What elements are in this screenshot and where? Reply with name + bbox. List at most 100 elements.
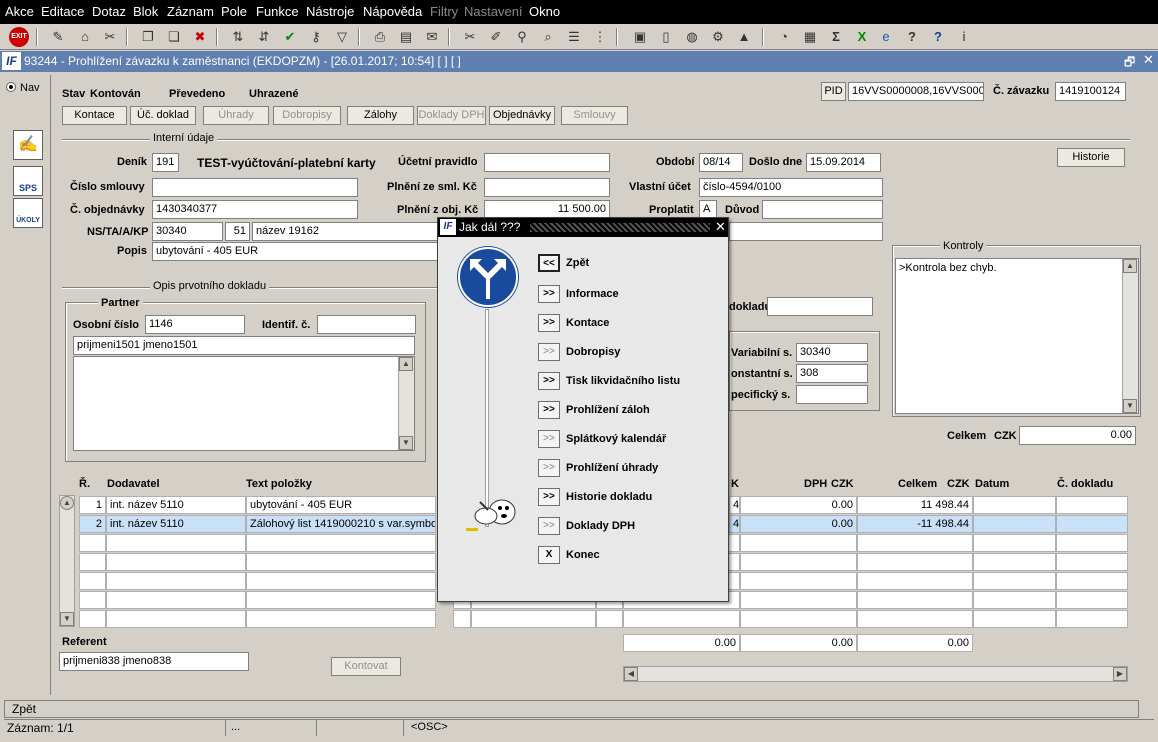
cislo-smlouvy-field[interactable] — [152, 178, 358, 197]
table-cell-empty[interactable] — [106, 553, 246, 571]
dialog-item-button[interactable]: >> — [538, 372, 560, 390]
table-cell-doklad[interactable] — [1056, 496, 1128, 514]
ns-extra-field[interactable] — [729, 222, 883, 241]
table-cell-k[interactable]: 4 — [729, 515, 740, 533]
table-cell-empty[interactable] — [246, 591, 436, 609]
identif-field[interactable] — [317, 315, 416, 334]
confirm-icon[interactable]: ✔ — [280, 27, 300, 47]
obdobi-field[interactable]: 08/14 — [699, 153, 743, 172]
denik-field[interactable]: 191 — [152, 153, 179, 172]
table-cell-empty[interactable] — [973, 610, 1056, 628]
table-cell-empty[interactable] — [857, 610, 973, 628]
table-cell-empty[interactable] — [857, 553, 973, 571]
tab-kontace[interactable]: Kontace — [62, 106, 127, 125]
table-cell-empty[interactable] — [740, 534, 857, 552]
table-cell-empty[interactable] — [79, 591, 106, 609]
dialog-item-button[interactable]: >> — [538, 401, 560, 419]
table-cell-empty[interactable] — [740, 591, 857, 609]
table-cell-empty[interactable] — [1056, 553, 1128, 571]
gear-icon[interactable]: ⚙ — [708, 27, 728, 47]
menu-okno[interactable]: Okno — [529, 4, 560, 19]
dialog-item-label[interactable]: Konec — [566, 549, 600, 561]
help-icon[interactable]: ? — [902, 27, 922, 47]
dialog-item-label[interactable]: Tisk likvidačního listu — [566, 375, 680, 387]
dialog-item-label[interactable]: Doklady DPH — [566, 520, 635, 532]
dialog-item-label[interactable]: Dobropisy — [566, 346, 620, 358]
table-cell-empty[interactable] — [79, 553, 106, 571]
table-cell-empty[interactable] — [1056, 534, 1128, 552]
osobni-cislo-field[interactable]: 1146 — [145, 315, 245, 334]
print-icon[interactable]: ⎙ — [370, 27, 390, 47]
table-cell-empty[interactable] — [857, 572, 973, 590]
table-cell-empty[interactable] — [740, 572, 857, 590]
sort-asc-icon[interactable]: ⇅ — [228, 27, 248, 47]
hierarchy-icon[interactable]: ⚲ — [512, 27, 532, 47]
menu-blok[interactable]: Blok — [133, 4, 158, 19]
scroll-down-icon[interactable]: ▼ — [399, 436, 413, 450]
table-cell-empty[interactable] — [623, 610, 740, 628]
partner-name-field[interactable]: prijmeni1501 jmeno1501 — [73, 336, 415, 355]
internet-icon[interactable]: e — [876, 27, 896, 47]
ns-field[interactable]: 30340 — [152, 222, 223, 241]
table-cell-celkem[interactable]: 11 498.44 — [857, 496, 973, 514]
table-cell-k[interactable]: 4 — [729, 496, 740, 514]
scroll-up-icon[interactable]: ▲ — [399, 357, 413, 371]
table-cell-dph[interactable]: 0.00 — [740, 515, 857, 533]
ta-field[interactable]: 51 — [225, 222, 250, 241]
tools-icon[interactable]: ✂ — [460, 27, 480, 47]
dialog-item-button[interactable]: >> — [538, 314, 560, 332]
menu-funkce[interactable]: Funkce — [256, 4, 299, 19]
table-cell-text[interactable]: ubytování - 405 EUR — [246, 496, 436, 514]
delete-record-icon[interactable]: ✂ — [100, 27, 120, 47]
table-cell-empty[interactable] — [79, 534, 106, 552]
table-cell-empty[interactable] — [106, 572, 246, 590]
table-cell-empty[interactable] — [246, 553, 436, 571]
dialog-close-icon[interactable]: ✕ — [715, 219, 726, 235]
list-icon[interactable]: ☰ — [564, 27, 584, 47]
mountain-icon[interactable]: ▲ — [734, 27, 754, 47]
cislo-zavazku-field[interactable]: 1419100124 — [1055, 82, 1126, 101]
konstantni-field[interactable]: 308 — [796, 364, 868, 383]
partner-address-textarea[interactable]: ▲ ▼ — [73, 356, 415, 451]
table-cell-empty[interactable] — [1056, 572, 1128, 590]
dialog-item-label[interactable]: Prohlížení záloh — [566, 404, 650, 416]
dialog-item-button[interactable]: >> — [538, 488, 560, 506]
table-cell-dph[interactable]: 0.00 — [740, 496, 857, 514]
dokladu-field[interactable] — [767, 297, 873, 316]
cislo-objednavky-field[interactable]: 1430340377 — [152, 200, 358, 219]
vlastni-ucet-field[interactable]: číslo-4594/0100 — [699, 178, 883, 197]
menu-dotaz[interactable]: Dotaz — [92, 4, 126, 19]
dialog-item-label[interactable]: Kontace — [566, 317, 609, 329]
table-row-selected[interactable]: 2 — [79, 515, 106, 533]
scroll-left-icon[interactable]: ◀ — [624, 667, 638, 681]
paste-icon[interactable]: ❏ — [164, 27, 184, 47]
partner-scrollbar[interactable]: ▲ ▼ — [398, 357, 414, 450]
table-cell-empty[interactable] — [857, 591, 973, 609]
table-cell-empty[interactable] — [453, 610, 471, 628]
context-help-icon[interactable]: ? — [928, 27, 948, 47]
dialog-item-label[interactable]: Historie dokladu — [566, 491, 652, 503]
dialog-item-label[interactable]: Informace — [566, 288, 619, 300]
new-record-icon[interactable]: ✎ — [48, 27, 68, 47]
pid-field[interactable]: 16VVS0000008,16VVS000 — [848, 82, 984, 101]
ucetni-pravidlo-field[interactable] — [484, 153, 610, 172]
dialog-item-label[interactable]: Splátkový kalendář — [566, 433, 666, 445]
table-cell-empty[interactable] — [471, 610, 596, 628]
sum-icon[interactable]: Σ — [826, 27, 846, 47]
excel-icon[interactable]: X — [852, 27, 872, 47]
table-cell-empty[interactable] — [740, 610, 857, 628]
table-cell-doklad[interactable] — [1056, 515, 1128, 533]
scroll-down-icon[interactable]: ▼ — [1123, 399, 1137, 413]
tree-icon[interactable]: ⋮ — [590, 27, 610, 47]
popis-field[interactable]: ubytování - 405 EUR — [152, 242, 442, 261]
scroll-right-icon[interactable]: ▶ — [1113, 667, 1127, 681]
plneni-sml-field[interactable] — [484, 178, 610, 197]
table-cell-empty[interactable] — [973, 553, 1056, 571]
table-cell-empty[interactable] — [246, 610, 436, 628]
dialog-item-button[interactable]: << — [538, 254, 560, 272]
mail-icon[interactable]: ✉ — [422, 27, 442, 47]
referent-field[interactable]: prijmeni838 jmeno838 — [59, 652, 249, 671]
kontroly-textarea[interactable]: >Kontrola bez chyb. ▲ ▼ — [895, 258, 1139, 414]
table-cell-empty[interactable] — [246, 572, 436, 590]
variabilni-field[interactable]: 30340 — [796, 343, 868, 362]
